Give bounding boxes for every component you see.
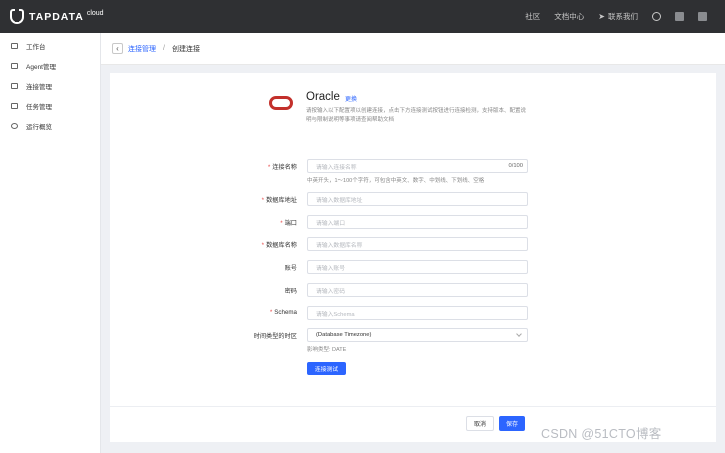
field-label-connection-name: * 连接名称 bbox=[267, 164, 297, 171]
sidebar-item-tasks[interactable]: 任务管理 bbox=[0, 96, 100, 116]
sidebar: 工作台 Agent管理 连接管理 任务管理 运行概览 bbox=[0, 33, 101, 453]
sidebar-item-connections[interactable]: 连接管理 bbox=[0, 76, 100, 96]
breadcrumb: ‹ 连接管理 / 创建连接 bbox=[101, 33, 725, 65]
breadcrumb-separator: / bbox=[163, 45, 165, 52]
nav-community[interactable]: 社区 bbox=[525, 11, 540, 22]
field-label-password: 密码 bbox=[284, 288, 297, 295]
sidebar-item-agent[interactable]: Agent管理 bbox=[0, 56, 100, 76]
monitor-icon bbox=[11, 43, 18, 49]
timezone-hint: 影响类型: DATE bbox=[307, 347, 347, 353]
agent-icon bbox=[11, 63, 18, 69]
nav-docs[interactable]: 文档中心 bbox=[554, 11, 584, 22]
sidebar-item-overview[interactable]: 运行概览 bbox=[0, 116, 100, 136]
brand-logo[interactable]: TAPDATA cloud bbox=[10, 9, 104, 24]
field-label-db-host: * 数据库地址 bbox=[261, 197, 297, 204]
sidebar-item-label: 连接管理 bbox=[26, 84, 52, 91]
db-host-input[interactable]: 请输入数据库地址 bbox=[307, 192, 528, 206]
datasource-name: Oracle bbox=[306, 91, 340, 103]
db-name-input[interactable]: 请输入数据库名称 bbox=[307, 237, 528, 251]
datasource-description: 请按输入以下配置项以创建连接，点击下方连接测试按钮进行连接检测，支持版本、配置说… bbox=[306, 108, 527, 123]
top-bar: TAPDATA cloud 社区 文档中心 ➤ 联系我们 bbox=[0, 0, 725, 33]
timezone-select[interactable]: (Database Timezone) bbox=[307, 328, 528, 342]
field-label-db-name: * 数据库名称 bbox=[261, 242, 297, 249]
footer-divider bbox=[110, 406, 716, 407]
back-button[interactable]: ‹ bbox=[112, 43, 123, 54]
change-datasource-link[interactable]: 更换 bbox=[345, 94, 357, 103]
sidebar-item-workbench[interactable]: 工作台 bbox=[0, 36, 100, 56]
field-label-timezone: 时间类型的时区 bbox=[253, 333, 297, 340]
connection-name-hint: 中英开头，1～100个字符，可包含中英文、数字、中划线、下划线、空格 bbox=[307, 178, 485, 184]
nav-contact-label: 联系我们 bbox=[608, 12, 638, 21]
chevron-down-icon bbox=[516, 331, 522, 337]
nav-contact[interactable]: ➤ 联系我们 bbox=[598, 11, 638, 22]
sidebar-item-label: 运行概览 bbox=[26, 124, 52, 131]
char-counter: 0/100 bbox=[508, 163, 523, 169]
connection-test-button[interactable]: 连接测试 bbox=[307, 362, 346, 375]
oracle-logo-icon bbox=[269, 96, 293, 110]
logo-icon bbox=[10, 9, 24, 24]
cancel-button[interactable]: 取消 bbox=[466, 416, 494, 431]
watermark: CSDN @51CTO博客 bbox=[541, 427, 662, 441]
save-button[interactable]: 保存 bbox=[499, 416, 525, 431]
brand-name: TAPDATA bbox=[29, 10, 84, 23]
password-input[interactable]: 请输入密码 bbox=[307, 283, 528, 297]
user-icon[interactable] bbox=[652, 12, 661, 21]
task-icon bbox=[11, 103, 18, 109]
sidebar-item-label: 工作台 bbox=[26, 44, 46, 51]
clock-icon bbox=[11, 123, 18, 129]
connection-icon bbox=[11, 83, 18, 89]
top-nav: 社区 文档中心 ➤ 联系我们 bbox=[525, 0, 707, 33]
account-input[interactable]: 请输入账号 bbox=[307, 260, 528, 274]
breadcrumb-parent[interactable]: 连接管理 bbox=[128, 44, 156, 54]
breadcrumb-current: 创建连接 bbox=[171, 45, 200, 53]
brand-suffix: cloud bbox=[86, 10, 104, 17]
field-label-account: 账号 bbox=[284, 265, 297, 272]
field-label-schema: * Schema bbox=[269, 309, 297, 316]
form-panel bbox=[110, 73, 716, 442]
connection-name-input[interactable]: 请输入连接名称 0/100 bbox=[307, 159, 528, 173]
sidebar-item-label: 任务管理 bbox=[26, 104, 52, 111]
send-icon: ➤ bbox=[598, 12, 605, 21]
field-label-port: * 端口 bbox=[280, 220, 297, 227]
app-icon[interactable] bbox=[675, 12, 684, 21]
sidebar-item-label: Agent管理 bbox=[26, 64, 56, 71]
port-input[interactable]: 请输入端口 bbox=[307, 215, 528, 229]
menu-icon[interactable] bbox=[698, 12, 707, 21]
schema-input[interactable]: 请输入Schema bbox=[307, 306, 528, 320]
